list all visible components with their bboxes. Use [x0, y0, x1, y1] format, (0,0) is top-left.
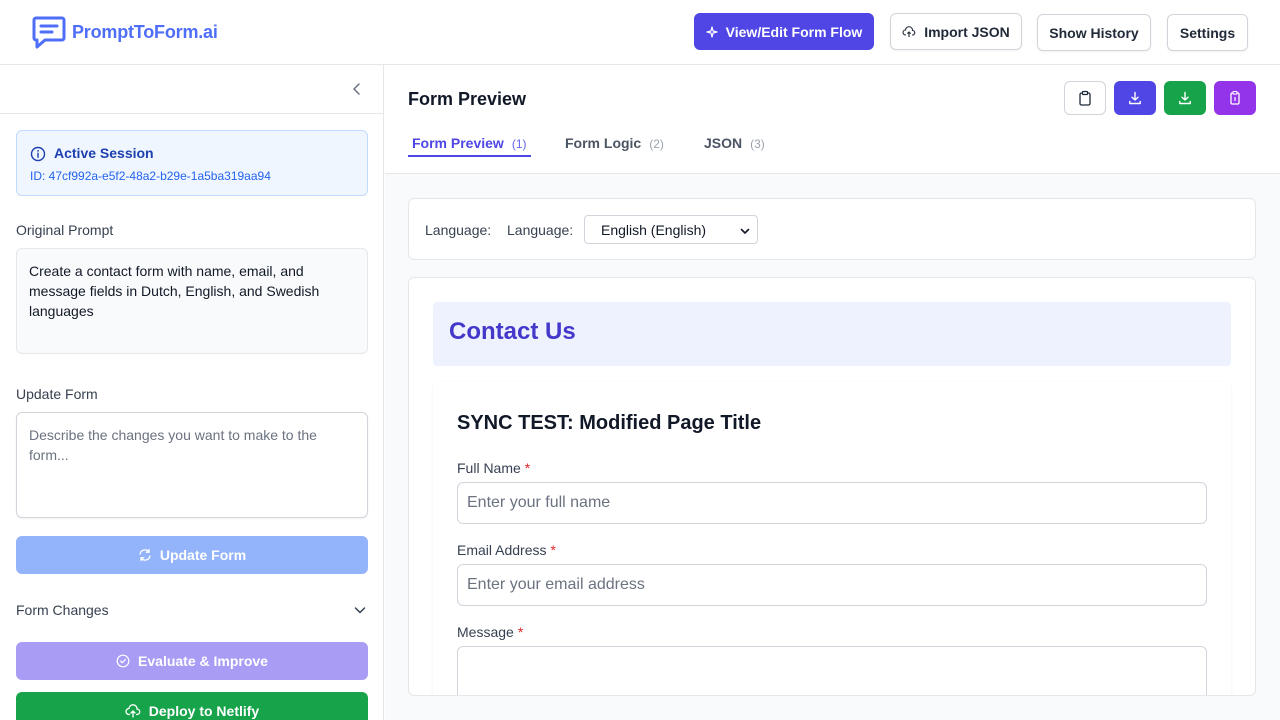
settings-button[interactable]: Settings	[1167, 14, 1248, 51]
form-title: Contact Us	[449, 318, 576, 345]
language-label: Language:	[425, 222, 492, 238]
import-json-label: Import JSON	[924, 23, 1010, 40]
tab-shortcut: (2)	[649, 137, 664, 151]
email-input[interactable]: Enter your email address	[457, 564, 1207, 606]
info-icon	[30, 146, 46, 162]
full-name-input[interactable]: Enter your full name	[457, 482, 1207, 524]
update-form-button[interactable]: Update Form	[16, 536, 368, 574]
language-selector-card: Language: Language: English (English)	[408, 198, 1256, 260]
show-history-label: Show History	[1049, 24, 1139, 41]
download-json-button[interactable]	[1114, 81, 1156, 115]
cloud-upload-icon	[902, 25, 916, 37]
logo-chat-icon	[32, 16, 66, 49]
session-title: Active Session	[54, 145, 154, 161]
clipboard-icon	[1230, 90, 1240, 105]
evaluate-improve-button[interactable]: Evaluate & Improve	[16, 642, 368, 680]
sparkle-icon	[706, 25, 718, 38]
refresh-icon	[139, 548, 151, 562]
field-label-text: Full Name	[457, 460, 521, 476]
copy-button[interactable]	[1064, 81, 1106, 115]
update-form-button-label: Update Form	[159, 547, 247, 563]
tab-label: JSON	[704, 135, 743, 151]
field-label-text: Email Address	[457, 542, 547, 558]
required-marker: *	[517, 624, 524, 640]
form-page: SYNC TEST: Modified Page Title Full Name…	[433, 382, 1231, 695]
chevron-down-icon	[354, 607, 366, 614]
active-session-panel: Active Session ID: 47cf992a-e5f2-48a2-b2…	[16, 130, 368, 196]
view-edit-form-flow-button[interactable]: View/Edit Form Flow	[694, 13, 874, 50]
import-json-button[interactable]: Import JSON	[890, 13, 1022, 50]
sidebar: Active Session ID: 47cf992a-e5f2-48a2-b2…	[0, 65, 384, 720]
app-logo[interactable]: PromptToForm.ai	[32, 15, 218, 49]
evaluate-improve-label: Evaluate & Improve	[138, 653, 268, 669]
field-label-message: Message *	[457, 624, 523, 640]
field-label-text: Message	[457, 624, 514, 640]
deploy-netlify-button[interactable]: Deploy to Netlify	[16, 692, 368, 720]
form-changes-toggle[interactable]: Form Changes	[16, 600, 368, 620]
language-select[interactable]: English (English)	[584, 215, 758, 244]
update-form-label: Update Form	[16, 386, 98, 402]
tab-json[interactable]: JSON (3)	[704, 135, 765, 157]
chevron-left-icon[interactable]	[349, 81, 365, 97]
message-textarea[interactable]	[457, 646, 1207, 695]
original-prompt-text: Create a contact form with name, email, …	[16, 248, 368, 354]
tab-label: Form Preview	[412, 135, 504, 151]
form-preview-card: Contact Us SYNC TEST: Modified Page Titl…	[408, 277, 1256, 696]
original-prompt-label: Original Prompt	[16, 222, 114, 238]
language-selected-value: English (English)	[601, 221, 707, 238]
main-header: Form Preview Form Preview (1) Form Logic (…	[385, 65, 1280, 174]
cloud-upload-icon	[125, 704, 141, 718]
required-marker: *	[550, 542, 556, 558]
main-panel: Form Preview Form Preview (1) Form Logic (…	[385, 65, 1280, 720]
deploy-netlify-label: Deploy to Netlify	[148, 703, 260, 719]
form-header: Contact Us	[433, 302, 1231, 366]
tab-shortcut: (1)	[511, 137, 527, 151]
field-label-email: Email Address *	[457, 542, 556, 558]
view-edit-form-flow-label: View/Edit Form Flow	[725, 23, 863, 40]
settings-label: Settings	[1179, 24, 1236, 41]
copy-embed-button[interactable]	[1214, 81, 1256, 115]
field-label-full-name: Full Name *	[457, 460, 530, 476]
sidebar-header	[0, 65, 383, 114]
download-icon	[1129, 91, 1141, 105]
session-id: ID: 47cf992a-e5f2-48a2-b29e-1a5ba319aa94	[30, 169, 271, 183]
tab-form-logic[interactable]: Form Logic (2)	[565, 135, 664, 157]
page-title: Form Preview	[408, 89, 527, 109]
app-name: PromptToForm.ai	[72, 21, 218, 42]
language-select-label: Language:	[507, 222, 574, 238]
show-history-button[interactable]: Show History	[1037, 14, 1151, 51]
download-html-button[interactable]	[1164, 81, 1206, 115]
chevron-down-icon	[740, 228, 750, 234]
tab-label: Form Logic	[565, 135, 642, 151]
clipboard-icon	[1079, 90, 1091, 106]
download-icon	[1179, 91, 1191, 105]
form-changes-label: Form Changes	[16, 602, 109, 618]
update-form-textarea[interactable]: Describe the changes you want to make to…	[16, 412, 368, 518]
tab-shortcut: (3)	[750, 137, 765, 151]
form-page-title: SYNC TEST: Modified Page Title	[457, 412, 762, 434]
required-marker: *	[524, 460, 531, 476]
tab-form-preview[interactable]: Form Preview (1)	[408, 135, 531, 157]
top-bar: PromptToForm.ai View/Edit Form Flow Impo…	[0, 0, 1280, 65]
check-circle-icon	[116, 654, 130, 668]
